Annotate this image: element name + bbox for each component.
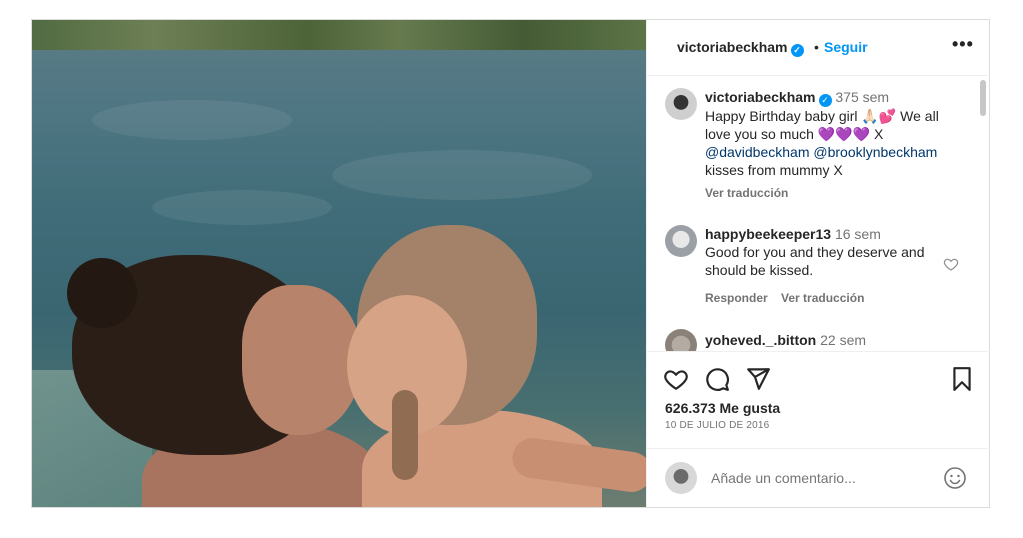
caption-text-2: kisses from mummy X — [705, 162, 843, 178]
comment-author[interactable]: happybeekeeper13 — [705, 226, 831, 242]
mention-link[interactable]: @brooklynbeckham — [813, 144, 937, 160]
divider — [647, 448, 990, 449]
avatar[interactable] — [665, 329, 697, 351]
comment: yoheved._.bitton 22 sem — [705, 331, 965, 349]
comment-bubble-icon[interactable] — [704, 366, 730, 392]
see-translation-link[interactable]: Ver traducción — [781, 291, 864, 305]
comment-text: Good for you and they deserve and should… — [705, 244, 925, 278]
post-sidebar: victoriabeckham ✓ • Seguir ••• victoriabe… — [646, 20, 990, 507]
post-header: victoriabeckham ✓ • Seguir ••• — [647, 20, 990, 76]
instagram-post: victoriabeckham ✓ • Seguir ••• victoriabe… — [31, 19, 990, 508]
divider — [647, 351, 990, 352]
comment-time[interactable]: 16 sem — [835, 226, 881, 242]
comment: happybeekeeper13 16 sem Good for you and… — [705, 225, 930, 279]
comments-scrollbar[interactable] — [980, 80, 986, 116]
add-comment-input[interactable] — [711, 470, 931, 486]
caption: victoriabeckham ✓ 375 sem Happy Birthday … — [705, 88, 965, 179]
reply-link[interactable]: Responder — [705, 291, 768, 305]
comment-time[interactable]: 22 sem — [820, 332, 866, 348]
header-username[interactable]: victoriabeckham ✓ — [677, 39, 804, 57]
verified-badge-icon: ✓ — [790, 44, 804, 57]
photo-ripple — [332, 150, 592, 200]
comment-actions: Responder Ver traducción — [705, 291, 864, 305]
photo-girl-braid — [392, 390, 418, 480]
avatar[interactable] — [665, 225, 697, 257]
current-user-avatar — [665, 462, 697, 494]
share-paper-plane-icon[interactable] — [745, 366, 771, 392]
like-comment-heart-icon[interactable] — [943, 256, 959, 272]
photo-hair-bun — [67, 258, 137, 328]
more-options-icon[interactable]: ••• — [952, 34, 974, 55]
photo-trees — [32, 20, 646, 50]
post-photo[interactable] — [32, 20, 646, 507]
avatar[interactable] — [665, 88, 697, 120]
caption-time[interactable]: 375 sem — [835, 89, 889, 105]
comment-author[interactable]: yoheved._.bitton — [705, 332, 816, 348]
header-username-text[interactable]: victoriabeckham — [677, 39, 788, 55]
save-bookmark-icon[interactable] — [949, 366, 975, 392]
like-heart-icon[interactable] — [663, 366, 689, 392]
likes-count[interactable]: 626.373 Me gusta — [665, 400, 780, 416]
photo-woman-face — [242, 285, 362, 435]
caption-author[interactable]: victoriabeckham — [705, 89, 816, 105]
post-date[interactable]: 10 DE JULIO DE 2016 — [665, 420, 769, 431]
header-separator: • — [814, 39, 819, 55]
see-translation-link[interactable]: Ver traducción — [705, 186, 788, 200]
mention-link[interactable]: @davidbeckham — [705, 144, 810, 160]
comments-list[interactable]: victoriabeckham ✓ 375 sem Happy Birthday … — [647, 76, 990, 351]
verified-badge-icon: ✓ — [818, 94, 832, 107]
photo-ripple — [152, 190, 332, 225]
follow-button[interactable]: Seguir — [824, 39, 868, 55]
caption-text-1: Happy Birthday baby girl 🙏🏻💕 We all love… — [705, 108, 939, 142]
emoji-picker-icon[interactable] — [943, 466, 967, 490]
photo-ripple — [92, 100, 292, 140]
